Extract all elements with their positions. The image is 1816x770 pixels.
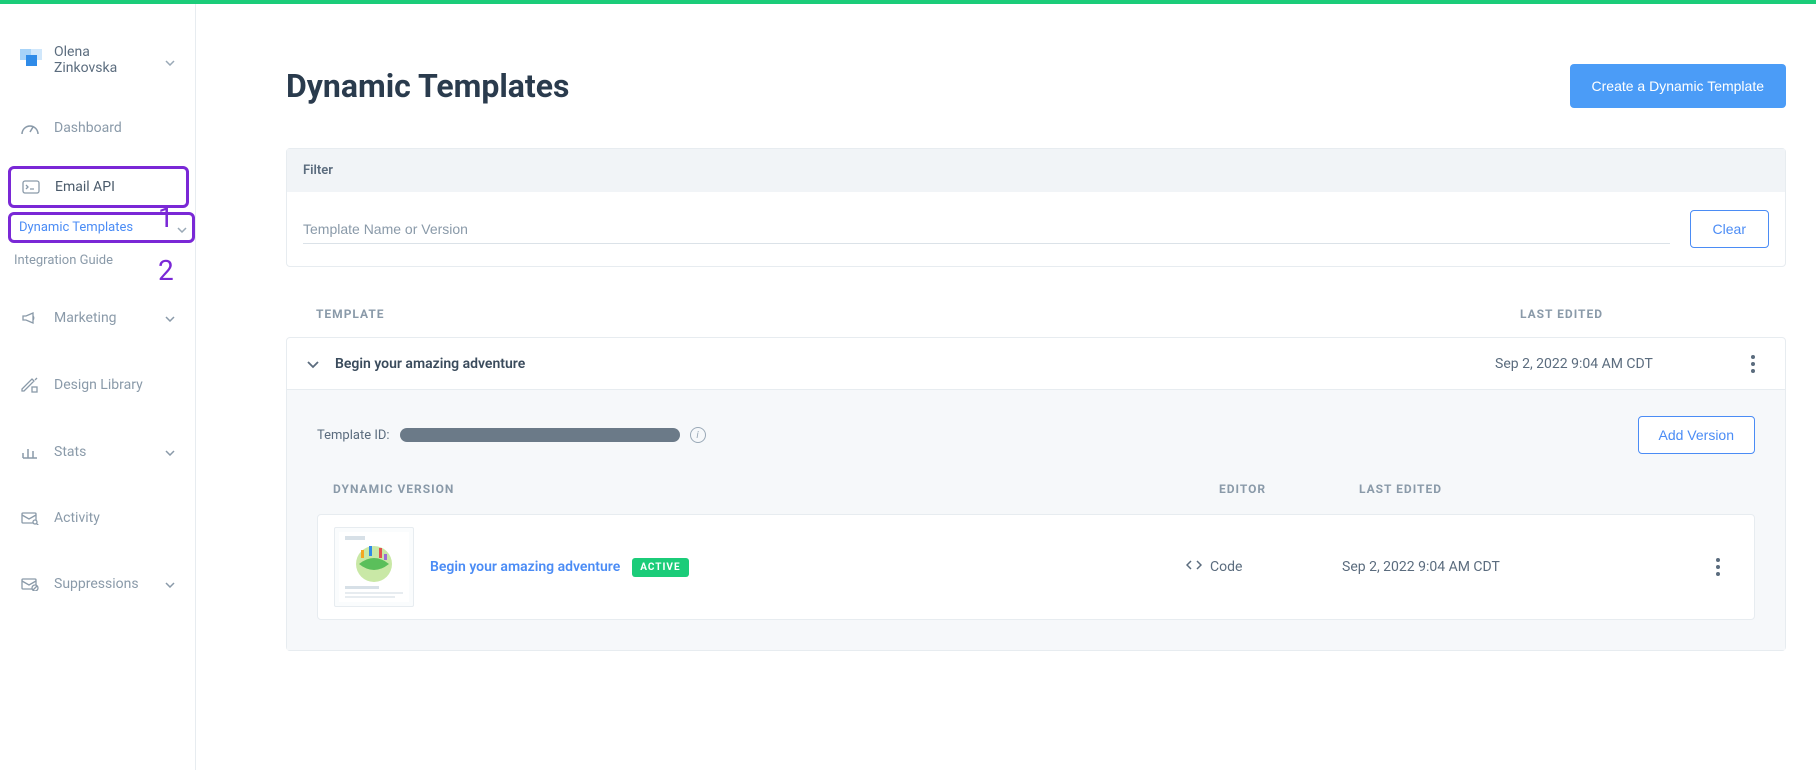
chevron-down-icon[interactable] <box>307 354 319 373</box>
kebab-menu-icon[interactable] <box>1706 558 1730 576</box>
sidebar: Olena Zinkovska Dashboard Email API 1 Dy… <box>0 4 196 770</box>
user-menu[interactable]: Olena Zinkovska <box>0 44 195 106</box>
template-row[interactable]: Begin your amazing adventure Sep 2, 2022… <box>287 338 1785 390</box>
version-name-col: Begin your amazing adventure ACTIVE <box>430 558 1170 577</box>
nav-suppressions-label: Suppressions <box>54 576 151 592</box>
add-version-button[interactable]: Add Version <box>1638 416 1756 454</box>
bar-chart-icon <box>20 445 40 459</box>
main-content: Dynamic Templates Create a Dynamic Templ… <box>196 4 1816 770</box>
user-name: Olena Zinkovska <box>54 44 153 76</box>
chevron-down-icon <box>165 444 175 460</box>
version-row[interactable]: Begin your amazing adventure ACTIVE Code… <box>317 514 1755 620</box>
col-header-last-edited: LAST EDITED <box>1520 307 1770 321</box>
col-header-version-name: DYNAMIC VERSION <box>333 482 1219 496</box>
version-editor: Code <box>1186 559 1326 575</box>
page-header: Dynamic Templates Create a Dynamic Templ… <box>286 64 1786 108</box>
template-id-row: Template ID: i Add Version <box>317 416 1755 454</box>
info-icon[interactable]: i <box>690 427 706 443</box>
clear-button[interactable]: Clear <box>1690 210 1769 248</box>
template-card: Begin your amazing adventure Sep 2, 2022… <box>286 337 1786 651</box>
table-header: TEMPLATE LAST EDITED <box>286 307 1786 321</box>
design-icon <box>20 376 40 394</box>
user-logo-icon <box>20 49 42 71</box>
mail-search-icon <box>20 511 40 525</box>
nav-design-library-label: Design Library <box>54 377 175 393</box>
version-table-header: DYNAMIC VERSION EDITOR LAST EDITED <box>317 482 1755 496</box>
megaphone-icon <box>20 311 40 325</box>
annotation-one: 1 <box>158 201 174 234</box>
filter-body: Clear <box>287 192 1785 266</box>
filter-input[interactable] <box>303 215 1670 244</box>
template-name: Begin your amazing adventure <box>335 356 1479 372</box>
nav-suppressions[interactable]: Suppressions <box>0 562 195 606</box>
filter-header: Filter <box>287 149 1785 192</box>
nav-stats-label: Stats <box>54 444 151 460</box>
nav-design-library[interactable]: Design Library <box>0 362 195 408</box>
annotation-two: 2 <box>158 254 174 287</box>
gauge-icon <box>20 121 40 135</box>
template-expanded: Template ID: i Add Version DYNAMIC VERSI… <box>287 390 1785 650</box>
page-title: Dynamic Templates <box>286 67 569 105</box>
chevron-down-icon <box>165 51 175 70</box>
nav-dashboard[interactable]: Dashboard <box>0 106 195 150</box>
nav-dashboard-label: Dashboard <box>54 120 175 136</box>
nav-activity[interactable]: Activity <box>0 496 195 540</box>
kebab-menu-icon[interactable] <box>1741 355 1765 373</box>
nav-activity-label: Activity <box>54 510 175 526</box>
chevron-down-icon <box>177 218 187 237</box>
active-badge: ACTIVE <box>632 558 688 577</box>
chevron-down-icon <box>165 576 175 592</box>
create-template-button[interactable]: Create a Dynamic Template <box>1570 64 1786 108</box>
col-header-editor: EDITOR <box>1219 482 1359 496</box>
version-last-edited: Sep 2, 2022 9:04 AM CDT <box>1342 559 1682 575</box>
col-header-template: TEMPLATE <box>302 307 1520 321</box>
mail-block-icon <box>20 577 40 591</box>
filter-input-wrap <box>303 215 1670 244</box>
template-id-redacted <box>400 428 680 442</box>
nav-email-api-label: Email API <box>55 179 176 195</box>
code-icon <box>1186 559 1202 575</box>
chevron-down-icon <box>165 310 175 326</box>
nav-marketing-label: Marketing <box>54 310 151 326</box>
version-editor-label: Code <box>1210 559 1242 575</box>
nav-marketing[interactable]: Marketing <box>0 296 195 340</box>
filter-panel: Filter Clear <box>286 148 1786 267</box>
nav-stats[interactable]: Stats <box>0 430 195 474</box>
template-last-edited: Sep 2, 2022 9:04 AM CDT <box>1495 356 1725 372</box>
template-id-label: Template ID: <box>317 428 390 443</box>
version-name-link[interactable]: Begin your amazing adventure <box>430 559 620 575</box>
version-thumbnail <box>334 527 414 607</box>
app-layout: Olena Zinkovska Dashboard Email API 1 Dy… <box>0 4 1816 770</box>
terminal-icon <box>21 180 41 194</box>
col-header-version-edited: LAST EDITED <box>1359 482 1699 496</box>
